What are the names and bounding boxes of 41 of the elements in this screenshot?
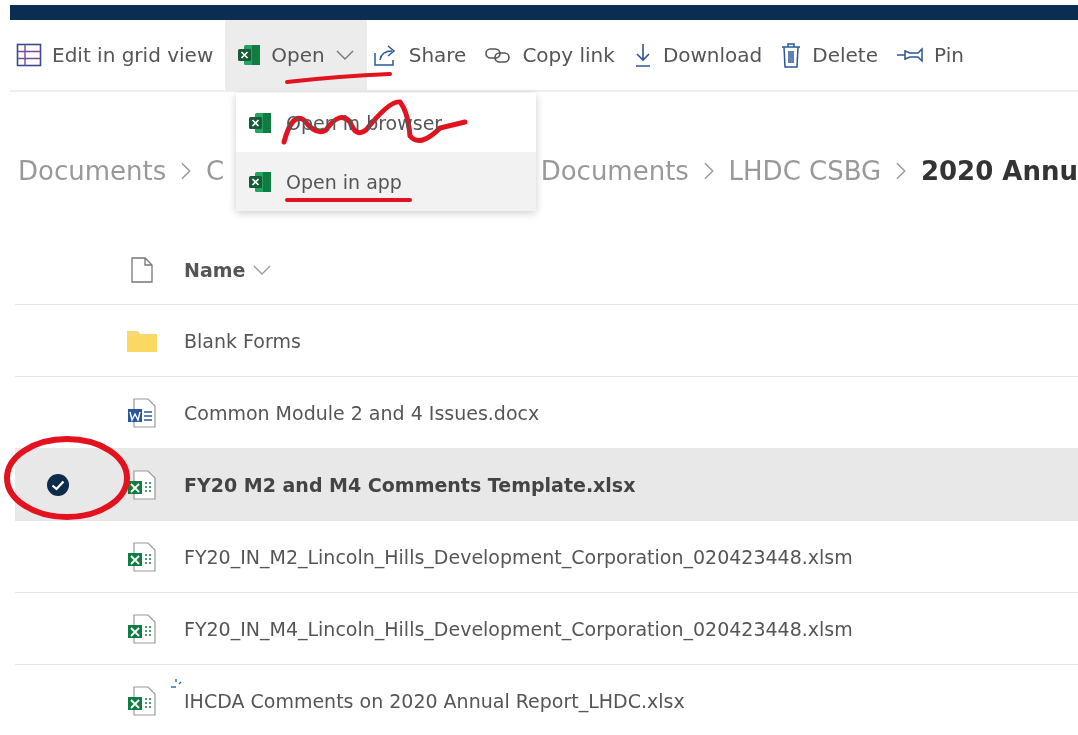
file-name[interactable]: Blank Forms — [184, 329, 301, 352]
toolbar-button[interactable]: Copy link — [478, 20, 627, 90]
file-type-icon — [131, 257, 153, 283]
checkmark-icon[interactable] — [45, 472, 70, 497]
file-row[interactable]: FY20 M2 and M4 Comments Template.xlsx — [15, 449, 1078, 521]
file-row[interactable]: FY20_IN_M2_Lincoln_Hills_Development_Corporation_020423448.xlsm — [15, 521, 1078, 593]
chevron-icon — [180, 161, 192, 181]
column-header[interactable]: Name — [184, 259, 272, 281]
file-name[interactable]: FY20 M2 and M4 Comments Template.xlsx — [184, 473, 636, 496]
chevron-icon — [702, 161, 715, 181]
breadcrumb-link[interactable]: 2020 Annu — [920, 156, 1078, 186]
toolbar-button[interactable]: Delete — [774, 20, 890, 90]
link-icon — [484, 45, 513, 65]
file-row[interactable]: Blank Forms — [15, 305, 1078, 377]
spreadsheet-file-icon — [126, 612, 158, 645]
toolbar-button[interactable]: Download — [626, 20, 775, 90]
menu-item[interactable]: Open in app — [236, 152, 536, 211]
file-row[interactable]: IHCDA Comments on 2020 Annual Report_LHDC.xlsx — [15, 665, 1078, 735]
spreadsheet-file-icon — [126, 540, 158, 573]
file-name[interactable]: FY20_IN_M2_Lincoln_Hills_Development_Corporation_020423448.xlsm — [184, 545, 853, 568]
pin-icon — [896, 46, 924, 64]
spreadsheet-file-icon — [126, 684, 158, 717]
spreadsheet-file-icon — [126, 468, 158, 501]
toolbar-button[interactable]: Pin — [890, 20, 976, 90]
excel-icon — [248, 169, 272, 194]
toolbar-button[interactable]: Share — [366, 20, 479, 90]
word-document-icon — [126, 396, 158, 429]
file-name[interactable]: Common Module 2 and 4 Issues.docx — [184, 401, 540, 424]
chevron-icon — [895, 161, 907, 181]
grid-icon — [16, 43, 42, 67]
toolbar-button[interactable]: Edit in grid view — [10, 20, 226, 90]
file-name[interactable]: IHCDA Comments on 2020 Annual Report_LHDC.xlsx — [184, 689, 685, 712]
excel-icon — [248, 110, 272, 135]
toolbar-button[interactable]: Open — [225, 20, 367, 90]
file-row[interactable]: FY20_IN_M4_Lincoln_Hills_Development_Corporation_020423448.xlsm — [15, 593, 1078, 665]
folder-icon — [126, 328, 158, 353]
file-name[interactable]: FY20_IN_M4_Lincoln_Hills_Development_Corporation_020423448.xlsm — [184, 617, 853, 640]
excel-icon — [237, 43, 262, 67]
sync-icon — [170, 677, 182, 690]
trash-icon — [780, 41, 803, 69]
sort-caret-icon — [253, 265, 272, 275]
